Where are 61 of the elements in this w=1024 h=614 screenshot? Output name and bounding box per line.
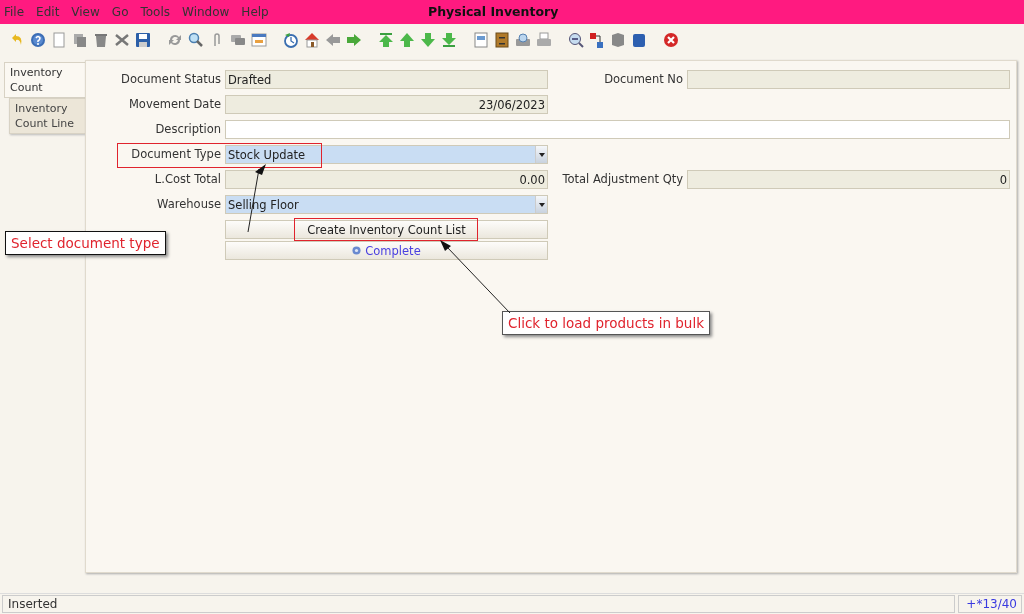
status-message: Inserted [2,595,955,613]
annotation-callout: Select document type [5,231,166,255]
cut-icon[interactable] [114,32,130,48]
up-arrow-icon[interactable] [399,32,415,48]
window-title: Physical Inventory [428,4,559,19]
gear-icon [352,246,362,255]
home-icon[interactable] [304,32,320,48]
request-icon[interactable] [589,32,605,48]
help-icon[interactable] [30,32,46,48]
down-arrow-icon[interactable] [420,32,436,48]
input-field[interactable]: 23/06/2023 [225,95,548,114]
field-label: Movement Date [127,96,221,113]
search-icon[interactable] [188,32,204,48]
field-label: Document No [603,71,683,88]
input-field[interactable] [687,70,1010,89]
dropdown-button[interactable] [535,146,547,163]
dropdown-button[interactable] [535,196,547,213]
input-field[interactable] [225,120,1010,139]
printer-icon[interactable] [536,32,552,48]
drawer-icon[interactable] [494,32,510,48]
field-label: Document Status [120,71,221,88]
new-document-icon[interactable] [51,32,67,48]
grid-icon[interactable] [251,32,267,48]
zoom-icon[interactable] [568,32,584,48]
database-icon[interactable] [631,32,647,48]
left-arrow-icon[interactable] [325,32,341,48]
tab[interactable]: Inventory Count Line [9,98,85,134]
input-field[interactable]: Drafted [225,70,548,89]
field-label: Document Type [130,146,221,163]
input-field[interactable]: Selling Floor [225,195,548,214]
create-list-button[interactable]: Create Inventory Count List [225,220,548,239]
clock-icon[interactable] [283,32,299,48]
tab[interactable]: Inventory Count [4,62,85,98]
field-label: L.Cost Total [153,171,221,188]
refresh-icon[interactable] [167,32,183,48]
menu-item[interactable]: File [4,5,25,19]
report-icon[interactable] [473,32,489,48]
close-icon[interactable] [663,32,679,48]
input-field[interactable]: 0 [687,170,1010,189]
complete-button[interactable]: Complete [225,241,548,260]
product-icon[interactable] [610,32,626,48]
annotation-callout: Click to load products in bulk [502,311,710,335]
delete-icon[interactable] [93,32,109,48]
right-arrow-icon[interactable] [346,32,362,48]
last-record-icon[interactable] [441,32,457,48]
menu-item[interactable]: Help [241,5,269,19]
field-label: Total Adjustment Qty [561,171,683,188]
input-field[interactable]: 0.00 [225,170,548,189]
record-counter: +*13/40 [958,595,1022,613]
chat-icon[interactable] [230,32,246,48]
menu-item[interactable]: View [71,5,100,19]
copy-icon[interactable] [72,32,88,48]
field-label: Warehouse [156,196,221,213]
caret-icon [538,152,545,157]
field-label: Description [154,121,221,138]
input-field[interactable]: Stock Update [225,145,548,164]
first-record-icon[interactable] [378,32,394,48]
print-preview-icon[interactable] [515,32,531,48]
caret-icon [538,202,545,207]
menu-item[interactable]: Window [182,5,230,19]
save-icon[interactable] [135,32,151,48]
